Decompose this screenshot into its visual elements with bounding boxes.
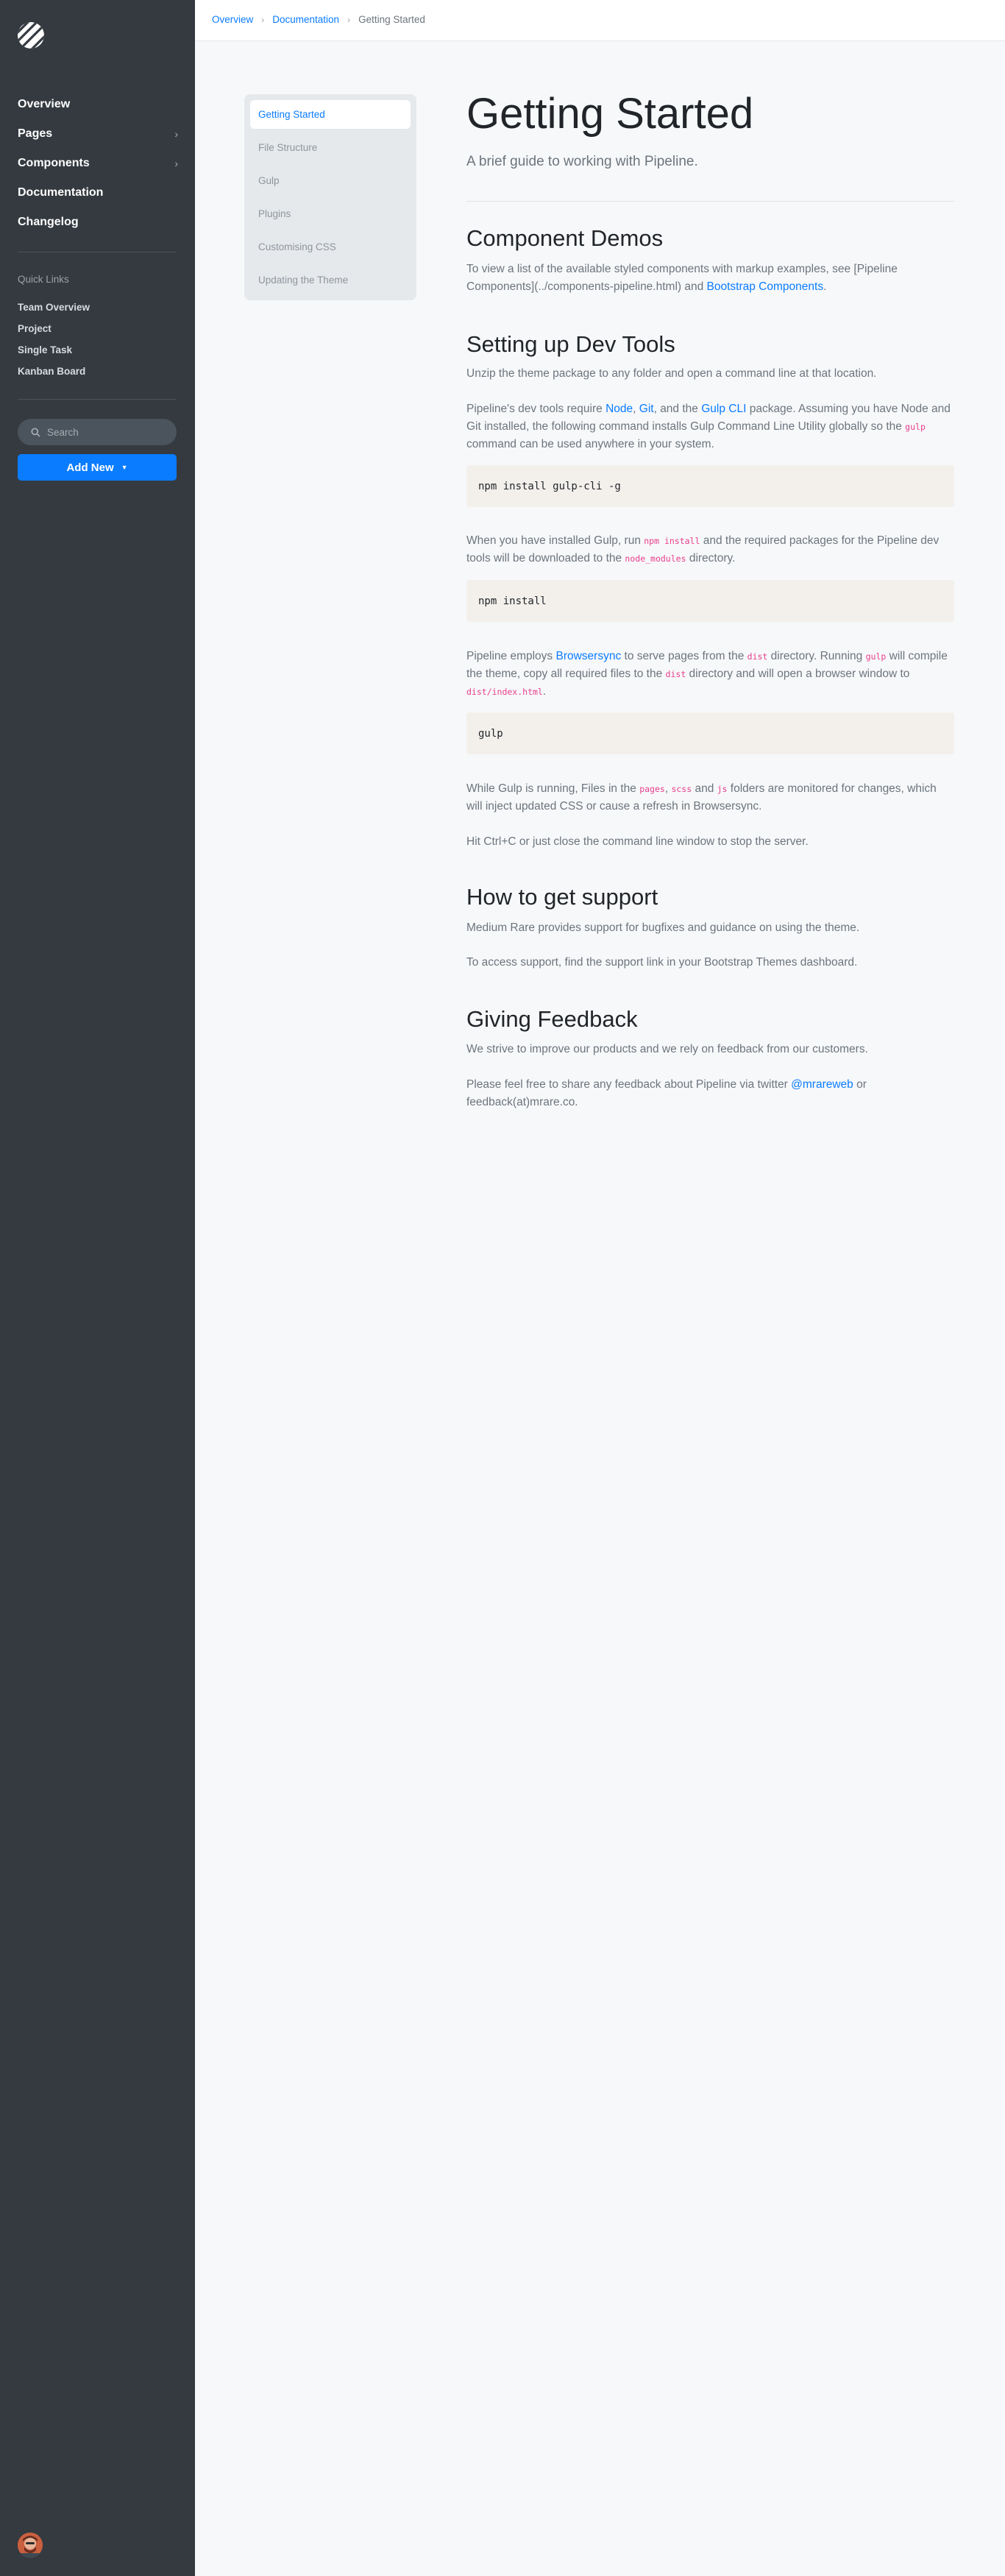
main-nav: Overview Pages › Components › Documentatio… — [18, 90, 178, 237]
quick-link-project[interactable]: Project — [18, 319, 90, 341]
inline-code: npm install — [644, 536, 700, 546]
docs-nav: Getting Started File Structure Gulp Plug… — [244, 94, 416, 300]
quick-link-single-task[interactable]: Single Task — [18, 341, 90, 362]
inline-code: gulp — [905, 422, 926, 432]
text: and — [692, 782, 717, 795]
top-bar: Overview › Documentation › Getting Start… — [195, 0, 1005, 41]
docs-nav-plugins[interactable]: Plugins — [250, 199, 411, 233]
component-demos-text: To view a list of the available styled c… — [466, 261, 954, 296]
inline-code: node_modules — [625, 553, 686, 564]
chevron-right-icon: › — [174, 128, 178, 140]
nav-item-changelog[interactable]: Changelog — [18, 208, 178, 237]
text: . — [823, 280, 827, 293]
search-input[interactable] — [47, 426, 165, 438]
quick-links: Team Overview Project Single Task Kanban… — [18, 298, 90, 383]
avatar[interactable] — [18, 2533, 43, 2558]
search-icon — [31, 427, 40, 437]
text: directory and will open a browser window… — [686, 668, 910, 680]
breadcrumb: Overview › Documentation › Getting Start… — [212, 14, 425, 25]
breadcrumb-overview[interactable]: Overview — [212, 14, 253, 25]
inline-code: pages — [639, 784, 665, 794]
nav-item-components[interactable]: Components › — [18, 149, 178, 178]
pipeline-logo-icon[interactable] — [17, 21, 45, 49]
dev-tools-p3: When you have installed Gulp, run npm in… — [466, 532, 954, 567]
inline-code: dist — [665, 669, 686, 679]
nav-label: Documentation — [18, 186, 104, 199]
text: , — [633, 403, 639, 415]
nav-label: Overview — [18, 98, 71, 110]
inline-code: scss — [671, 784, 692, 794]
user-avatar-icon — [18, 2533, 43, 2558]
quick-link-kanban-board[interactable]: Kanban Board — [18, 362, 90, 383]
text: Pipeline's dev tools require — [466, 403, 606, 415]
nav-label: Components — [18, 157, 90, 169]
support-p1: Medium Rare provides support for bugfixe… — [466, 921, 860, 934]
text: When you have installed Gulp, run — [466, 534, 644, 547]
page-title: Getting Started — [466, 90, 754, 138]
text: To view a list of the available styled c… — [466, 263, 898, 293]
text: , and the — [653, 403, 702, 415]
add-new-button[interactable]: Add New ▼ — [18, 454, 177, 481]
dev-tools-p4: Pipeline employs Browsersync to serve pa… — [466, 648, 954, 701]
inline-code: dist/index.html — [466, 687, 543, 697]
code-block: npm install gulp-cli -g — [466, 465, 954, 507]
title-divider — [466, 201, 954, 202]
text: While Gulp is running, Files in the — [466, 782, 640, 795]
section-heading-component-demos: Component Demos — [466, 225, 664, 251]
feedback-p1: We strive to improve our products and we… — [466, 1043, 868, 1055]
docs-nav-file-structure[interactable]: File Structure — [250, 133, 411, 166]
section-heading-dev-tools: Setting up Dev Tools — [466, 331, 675, 357]
search-box[interactable] — [18, 419, 177, 445]
caret-down-icon: ▼ — [121, 464, 128, 471]
dev-tools-p2: Pipeline's dev tools require Node, Git, … — [466, 400, 954, 453]
quick-link-team-overview[interactable]: Team Overview — [18, 298, 90, 319]
nav-item-pages[interactable]: Pages › — [18, 119, 178, 149]
bootstrap-components-link[interactable]: Bootstrap Components — [707, 280, 824, 293]
nav-label: Pages — [18, 127, 53, 140]
nav-label: Changelog — [18, 216, 79, 228]
browsersync-link[interactable]: Browsersync — [555, 650, 621, 662]
docs-nav-updating-theme[interactable]: Updating the Theme — [250, 266, 411, 299]
section-heading-support: How to get support — [466, 884, 658, 910]
feedback-p2: Please feel free to share any feedback a… — [466, 1076, 954, 1111]
inline-code: dist — [747, 651, 768, 662]
dev-tools-p6: Hit Ctrl+C or just close the command lin… — [466, 835, 809, 848]
text: directory. Running — [767, 650, 866, 662]
breadcrumb-current: Getting Started — [358, 14, 425, 25]
text: Please feel free to share any feedback a… — [466, 1078, 792, 1091]
nav-item-documentation[interactable]: Documentation — [18, 178, 178, 208]
code-block: gulp — [466, 712, 954, 754]
text: Pipeline employs — [466, 650, 556, 662]
inline-code: gulp — [865, 651, 887, 662]
sidebar-divider — [18, 399, 177, 400]
code-block: npm install — [466, 580, 954, 622]
chevron-right-icon: › — [347, 14, 351, 25]
sidebar: Overview Pages › Components › Documentatio… — [0, 0, 195, 2576]
inline-code: js — [717, 784, 728, 794]
page-lead: A brief guide to working with Pipeline. — [466, 154, 698, 169]
docs-nav-getting-started[interactable]: Getting Started — [250, 100, 411, 129]
dev-tools-p1: Unzip the theme package to any folder an… — [466, 367, 877, 380]
section-heading-feedback: Giving Feedback — [466, 1006, 638, 1032]
text: command can be used anywhere in your sys… — [466, 438, 714, 450]
gulp-cli-link[interactable]: Gulp CLI — [701, 403, 746, 415]
docs-nav-customising-css[interactable]: Customising CSS — [250, 233, 411, 266]
nav-item-overview[interactable]: Overview — [18, 90, 178, 119]
chevron-right-icon: › — [261, 14, 265, 25]
git-link[interactable]: Git — [639, 403, 654, 415]
breadcrumb-documentation[interactable]: Documentation — [272, 14, 339, 25]
text: . — [542, 685, 547, 698]
add-new-label: Add New — [66, 461, 114, 474]
quick-links-title: Quick Links — [18, 274, 69, 285]
text: to serve pages from the — [621, 650, 747, 662]
node-link[interactable]: Node — [606, 403, 633, 415]
twitter-link[interactable]: @mrareweb — [791, 1078, 853, 1091]
support-p2: To access support, find the support link… — [466, 956, 858, 969]
docs-nav-gulp[interactable]: Gulp — [250, 166, 411, 199]
chevron-right-icon: › — [174, 158, 178, 169]
text: directory. — [686, 552, 736, 565]
dev-tools-p5: While Gulp is running, Files in the page… — [466, 780, 954, 815]
